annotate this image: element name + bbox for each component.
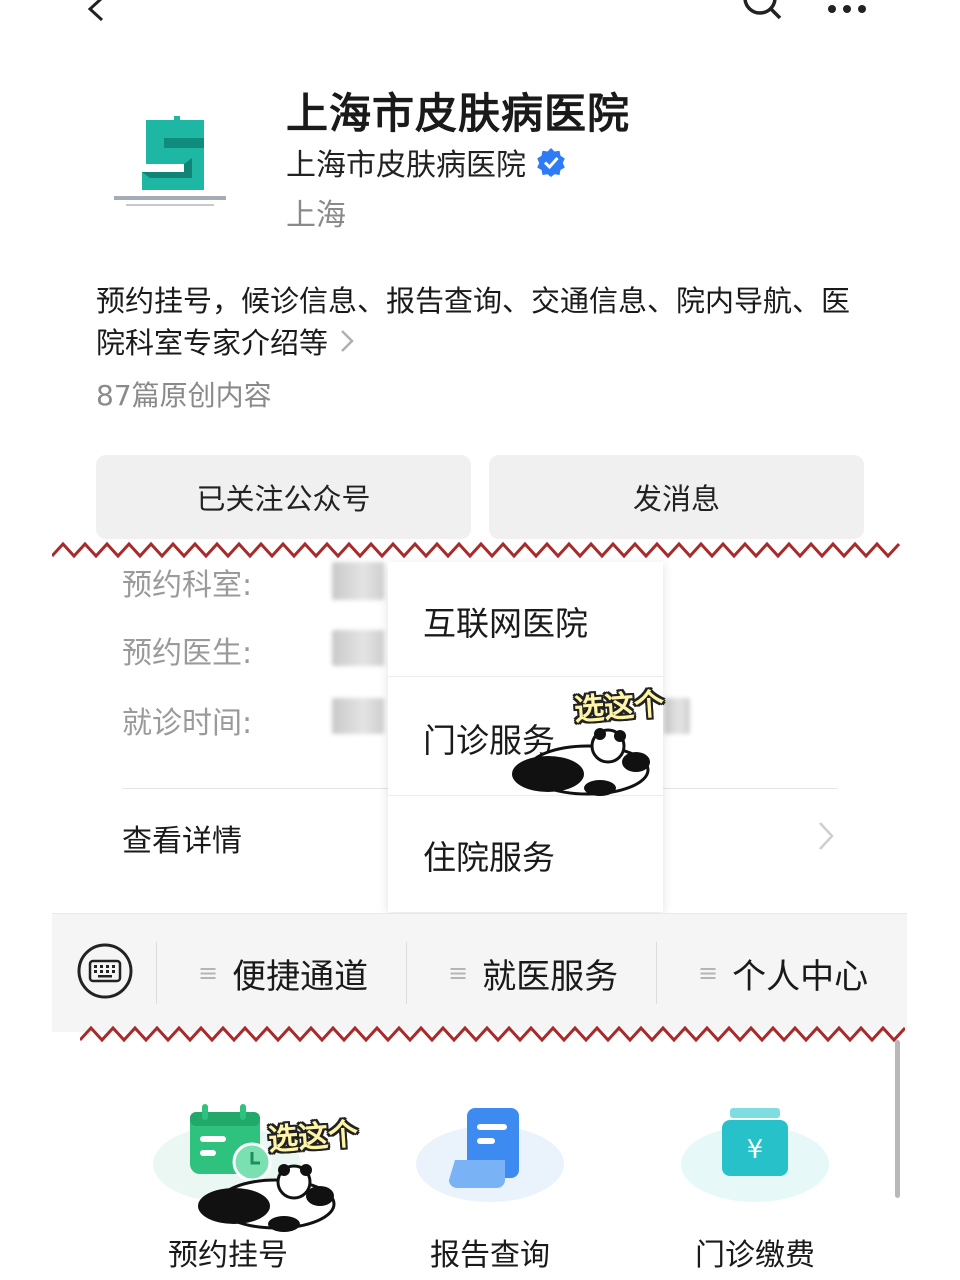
menu-lines-icon: ≡ [448,959,469,987]
menu-separator [406,942,407,1004]
submenu-item-internet-hospital[interactable]: 互联网医院 [388,562,663,680]
dept-value-redacted [332,562,384,600]
menu-item-personal-center[interactable]: ≡ 个人中心 [698,914,868,1032]
service-label-report: 报告查询 [430,1238,550,1273]
account-menu-bar: ≡ 便捷通道 ≡ 就医服务 ≡ 个人中心 [52,913,907,1032]
menu-item-label: 就医服务 [482,956,619,997]
menu-item-label: 个人中心 [732,956,869,997]
view-details-link[interactable]: 查看详情 [122,816,242,860]
time-value-redacted [332,698,384,734]
search-icon[interactable] [740,0,784,26]
zigzag-divider-top [52,541,901,559]
submenu-item-inpatient[interactable]: 住院服务 [388,796,663,914]
chevron-right-icon [340,326,354,360]
service-payment-button[interactable]: ¥ [680,1100,830,1214]
send-message-button[interactable]: 发消息 [489,455,864,539]
annotation-sticker-text-2: 选这个 [267,1116,360,1159]
menu-item-label: 便捷通道 [232,956,369,997]
panda-sticker-2 [196,1162,341,1238]
menu-separator [156,942,157,1004]
dept-label: 预约科室: [122,568,253,603]
account-title: 上海市皮肤病医院 [286,89,631,138]
verified-icon [536,147,566,177]
description-text: 预约挂号，候诊信息、报告查询、交通信息、院内导航、医院科室专家介绍等 [96,284,851,360]
hospital-logo [108,98,232,222]
time-label: 就诊时间: [122,706,253,741]
chevron-right-icon [818,820,834,860]
keyboard-icon[interactable] [76,942,134,1004]
menu-item-quick-access[interactable]: ≡ 便捷通道 [198,914,368,1032]
menu-item-medical-service[interactable]: ≡ 就医服务 [448,914,618,1032]
menu-lines-icon: ≡ [198,959,219,987]
account-description[interactable]: 预约挂号，候诊信息、报告查询、交通信息、院内导航、医院科室专家介绍等 [96,280,876,364]
scrollbar[interactable] [895,1040,900,1198]
doctor-label: 预约医生: [122,636,253,671]
service-label-payment: 门诊缴费 [695,1238,815,1273]
service-report-button[interactable] [415,1100,565,1214]
more-icon[interactable] [826,0,868,19]
submenu-divider [388,676,663,677]
doctor-value-redacted [332,630,384,666]
account-region: 上海 [286,198,346,233]
content-count: 87篇原创内容 [96,379,272,412]
annotation-sticker-text: 选这个 [573,686,666,729]
back-arrow-icon[interactable] [84,0,110,26]
account-name: 上海市皮肤病医院 [286,140,566,184]
menu-lines-icon: ≡ [698,959,719,987]
panda-sticker [508,728,658,804]
svg-text:¥: ¥ [747,1135,764,1165]
follow-button[interactable]: 已关注公众号 [96,455,471,539]
account-name-text: 上海市皮肤病医院 [286,148,526,183]
menu-separator [656,942,657,1004]
zigzag-divider-bottom [80,1025,905,1043]
time-value-redacted-2 [664,698,690,734]
